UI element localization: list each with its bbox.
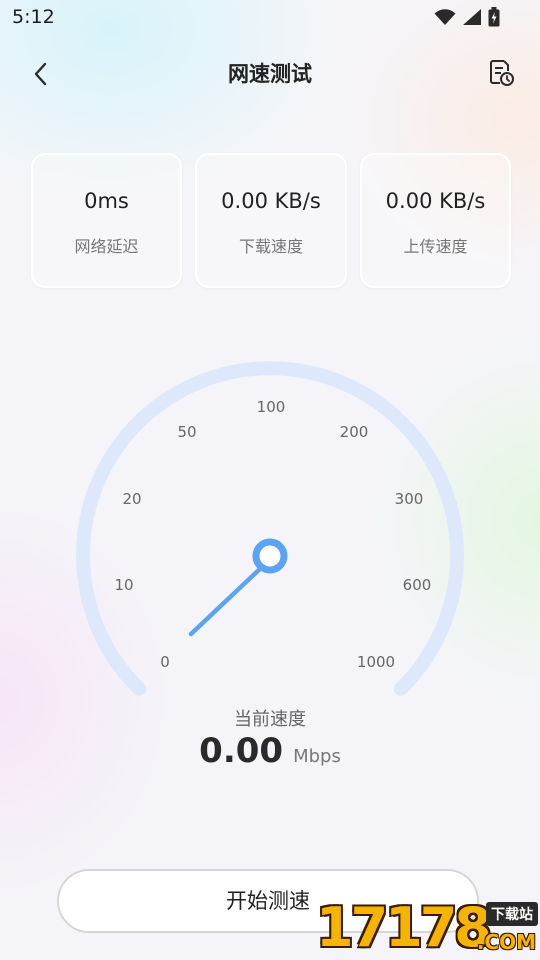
current-speed-label: 当前速度 (234, 709, 306, 730)
tick-label-10: 10 (114, 576, 133, 594)
latency-label: 网络延迟 (74, 237, 139, 256)
status-time: 5:12 (12, 6, 55, 28)
tick-label-1000: 1000 (357, 653, 395, 671)
page-title: 网速测试 (228, 62, 312, 86)
watermark-domain: .COM (476, 930, 536, 954)
wifi-icon (434, 9, 456, 25)
tick-label-20: 20 (122, 490, 141, 508)
download-card: 0.00 KB/s 下载速度 (195, 153, 347, 288)
history-list-icon (490, 60, 514, 86)
site-watermark: 17178 下载站 .COM (316, 898, 540, 960)
current-speed-row: 0.00 Mbps (0, 731, 540, 771)
tick-label-200: 200 (340, 423, 369, 441)
tick-label-100: 100 (257, 398, 286, 416)
status-bar: 5:12 (0, 0, 540, 36)
upload-label: 上传速度 (403, 237, 468, 256)
history-button[interactable] (484, 56, 518, 90)
nav-bar: 网速测试 (0, 44, 540, 100)
upload-card: 0.00 KB/s 上传速度 (360, 153, 511, 288)
current-speed-unit: Mbps (293, 746, 341, 767)
upload-value: 0.00 KB/s (385, 189, 486, 213)
speed-gauge: 0 10 20 50 100 200 300 600 1000 (0, 330, 540, 710)
download-label: 下载速度 (238, 237, 303, 256)
tick-label-600: 600 (403, 576, 432, 594)
latency-value: 0ms (84, 189, 129, 213)
tick-label-300: 300 (395, 490, 424, 508)
download-value: 0.00 KB/s (221, 189, 321, 213)
needle-hub (252, 538, 288, 574)
tick-label-50: 50 (177, 423, 196, 441)
tick-label-0: 0 (160, 653, 170, 671)
watermark-badge: 下载站 (486, 902, 538, 926)
gauge-svg: 0 10 20 50 100 200 300 600 1000 (76, 361, 464, 696)
watermark-digits: 17178 (316, 896, 492, 959)
current-speed-value: 0.00 (199, 731, 284, 771)
needle-line (188, 563, 266, 637)
gauge-needle (188, 538, 288, 637)
latency-card: 0ms 网络延迟 (31, 153, 182, 288)
metrics-row: 0ms 网络延迟 0.00 KB/s 下载速度 0.00 KB/s 上传速度 (31, 153, 511, 288)
cellular-signal-icon (463, 9, 481, 25)
status-icons (434, 7, 500, 27)
battery-icon (488, 7, 500, 27)
gauge-track (76, 361, 464, 696)
